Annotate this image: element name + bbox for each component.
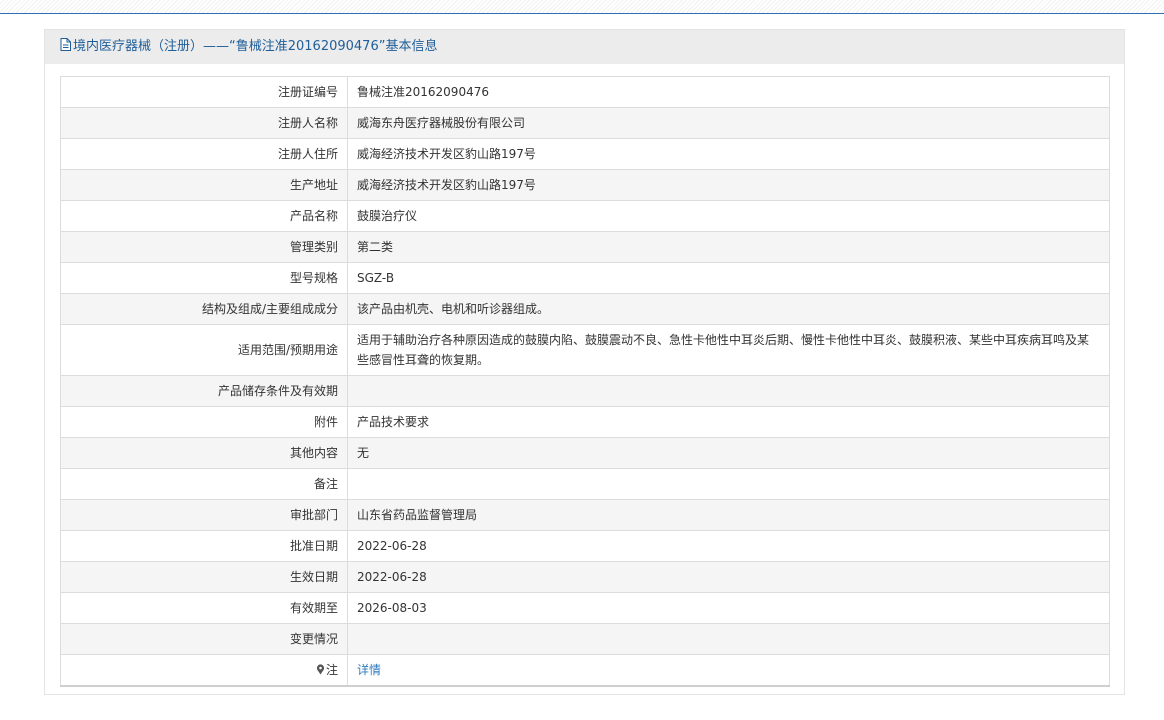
panel-header: 境内医疗器械（注册）——“鲁械注准20162090476”基本信息 (45, 30, 1124, 64)
table-row: 产品名称 鼓膜治疗仪 (60, 200, 1110, 232)
field-value: 适用于辅助治疗各种原因造成的鼓膜内陷、鼓膜震动不良、急性卡他性中耳炎后期、慢性卡… (347, 324, 1110, 376)
field-label: 有效期至 (60, 592, 348, 624)
field-value: 鼓膜治疗仪 (347, 200, 1110, 232)
field-label: 附件 (60, 406, 348, 438)
field-value: 第二类 (347, 231, 1110, 263)
field-label: 批准日期 (60, 530, 348, 562)
field-label: 注册人名称 (60, 107, 348, 139)
field-value: 无 (347, 437, 1110, 469)
panel-title: 境内医疗器械（注册）——“鲁械注准20162090476”基本信息 (73, 39, 438, 54)
field-value: 2026-08-03 (347, 592, 1110, 624)
field-value (347, 468, 1110, 500)
table-row: 附件 产品技术要求 (60, 406, 1110, 438)
table-row: 有效期至 2026-08-03 (60, 592, 1110, 624)
top-divider (0, 0, 1164, 14)
field-label: 审批部门 (60, 499, 348, 531)
pin-icon (316, 664, 325, 675)
field-label: 注册人住所 (60, 138, 348, 170)
table-row: 生效日期 2022-06-28 (60, 561, 1110, 593)
table-row: 注册人住所 威海经济技术开发区豹山路197号 (60, 138, 1110, 170)
field-value: 威海经济技术开发区豹山路197号 (347, 169, 1110, 201)
table-row: 审批部门 山东省药品监督管理局 (60, 499, 1110, 531)
field-label: 变更情况 (60, 623, 348, 655)
field-label: 产品储存条件及有效期 (60, 375, 348, 407)
field-value: 威海经济技术开发区豹山路197号 (347, 138, 1110, 170)
field-value: SGZ-B (347, 262, 1110, 294)
table-row: 备注 (60, 468, 1110, 500)
table-row: 变更情况 (60, 623, 1110, 655)
table-row: 适用范围/预期用途 适用于辅助治疗各种原因造成的鼓膜内陷、鼓膜震动不良、急性卡他… (60, 324, 1110, 376)
field-label: 产品名称 (60, 200, 348, 232)
field-value: 该产品由机壳、电机和听诊器组成。 (347, 293, 1110, 325)
note-label-cell: 注 (60, 654, 348, 687)
details-link[interactable]: 详情 (357, 663, 381, 677)
field-label: 其他内容 (60, 437, 348, 469)
field-label: 备注 (60, 468, 348, 500)
field-label: 结构及组成/主要组成成分 (60, 293, 348, 325)
field-label: 管理类别 (60, 231, 348, 263)
field-label: 注 (325, 663, 338, 677)
field-label: 适用范围/预期用途 (60, 324, 348, 376)
field-value: 2022-06-28 (347, 530, 1110, 562)
field-value: 产品技术要求 (347, 406, 1110, 438)
field-label: 生效日期 (60, 561, 348, 593)
info-table: 注册证编号 鲁械注准20162090476 注册人名称 威海东舟医疗器械股份有限… (60, 76, 1110, 687)
field-label: 生产地址 (60, 169, 348, 201)
table-row: 注 详情 (60, 654, 1110, 687)
field-value (347, 623, 1110, 655)
table-row: 型号规格 SGZ-B (60, 262, 1110, 294)
field-value: 2022-06-28 (347, 561, 1110, 593)
table-row: 产品储存条件及有效期 (60, 375, 1110, 407)
table-row: 其他内容 无 (60, 437, 1110, 469)
field-value: 鲁械注准20162090476 (347, 76, 1110, 108)
info-panel: 境内医疗器械（注册）——“鲁械注准20162090476”基本信息 注册证编号 … (44, 29, 1125, 695)
document-icon (60, 38, 71, 51)
field-value: 威海东舟医疗器械股份有限公司 (347, 107, 1110, 139)
field-value (347, 375, 1110, 407)
details-cell: 详情 (347, 654, 1110, 687)
table-row: 注册证编号 鲁械注准20162090476 (60, 76, 1110, 108)
table-row: 批准日期 2022-06-28 (60, 530, 1110, 562)
table-row: 管理类别 第二类 (60, 231, 1110, 263)
field-label: 注册证编号 (60, 76, 348, 108)
table-row: 注册人名称 威海东舟医疗器械股份有限公司 (60, 107, 1110, 139)
field-value: 山东省药品监督管理局 (347, 499, 1110, 531)
table-row: 结构及组成/主要组成成分 该产品由机壳、电机和听诊器组成。 (60, 293, 1110, 325)
field-label: 型号规格 (60, 262, 348, 294)
table-row: 生产地址 威海经济技术开发区豹山路197号 (60, 169, 1110, 201)
